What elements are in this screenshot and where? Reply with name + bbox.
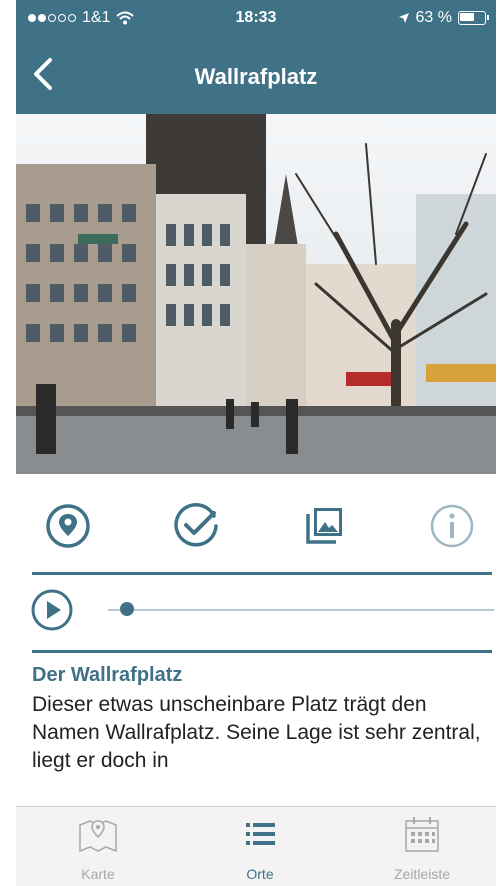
gallery-button[interactable] bbox=[298, 500, 350, 552]
status-bar: 1&1 18:33 63 % bbox=[16, 0, 496, 36]
play-button[interactable] bbox=[30, 588, 74, 632]
info-button[interactable] bbox=[426, 500, 478, 552]
page-title: Wallrafplatz bbox=[194, 64, 318, 89]
location-button[interactable] bbox=[42, 500, 94, 552]
article-heading: Der Wallrafplatz bbox=[32, 664, 183, 686]
battery-label: 63 % bbox=[415, 9, 452, 26]
article-body: Dieser etwas unscheinbare Platz trägt de… bbox=[32, 693, 481, 772]
app-frame: 1&1 18:33 63 % Wallrafplatz Der Wallrafp… bbox=[16, 0, 496, 886]
gallery-icon bbox=[306, 508, 342, 544]
calendar-icon bbox=[405, 817, 439, 852]
battery-fill bbox=[460, 13, 474, 21]
tab-zeitleiste[interactable]: Zeitleiste bbox=[362, 815, 482, 882]
tab-karte[interactable]: Karte bbox=[38, 815, 158, 882]
list-icon bbox=[246, 823, 275, 845]
audio-progress-track[interactable] bbox=[108, 609, 494, 611]
tab-label: Zeitleiste bbox=[393, 866, 451, 882]
map-icon bbox=[79, 820, 117, 853]
tab-bar: Karte Orte Zeitleiste bbox=[16, 806, 496, 886]
info-icon bbox=[430, 504, 474, 548]
play-icon bbox=[31, 589, 73, 631]
navigation-bar: Wallrafplatz bbox=[16, 36, 496, 114]
action-bar bbox=[16, 500, 496, 560]
battery-icon bbox=[458, 11, 489, 25]
location-arrow-icon bbox=[398, 13, 409, 23]
visited-button[interactable] bbox=[170, 500, 222, 552]
article: Der Wallrafplatz Dieser etwas unscheinba… bbox=[32, 664, 482, 775]
tab-label: Karte bbox=[81, 866, 115, 882]
check-circle-icon bbox=[174, 503, 218, 547]
place-photo bbox=[16, 114, 496, 474]
place-photo-illustration bbox=[16, 114, 496, 474]
location-pin-icon bbox=[46, 504, 90, 548]
tab-label: Orte bbox=[246, 866, 274, 882]
tab-orte[interactable]: Orte bbox=[200, 815, 320, 882]
status-right: 63 % bbox=[398, 9, 489, 27]
audio-player bbox=[16, 580, 496, 640]
divider bbox=[32, 650, 492, 653]
divider bbox=[32, 572, 492, 575]
audio-progress-knob[interactable] bbox=[120, 602, 134, 616]
